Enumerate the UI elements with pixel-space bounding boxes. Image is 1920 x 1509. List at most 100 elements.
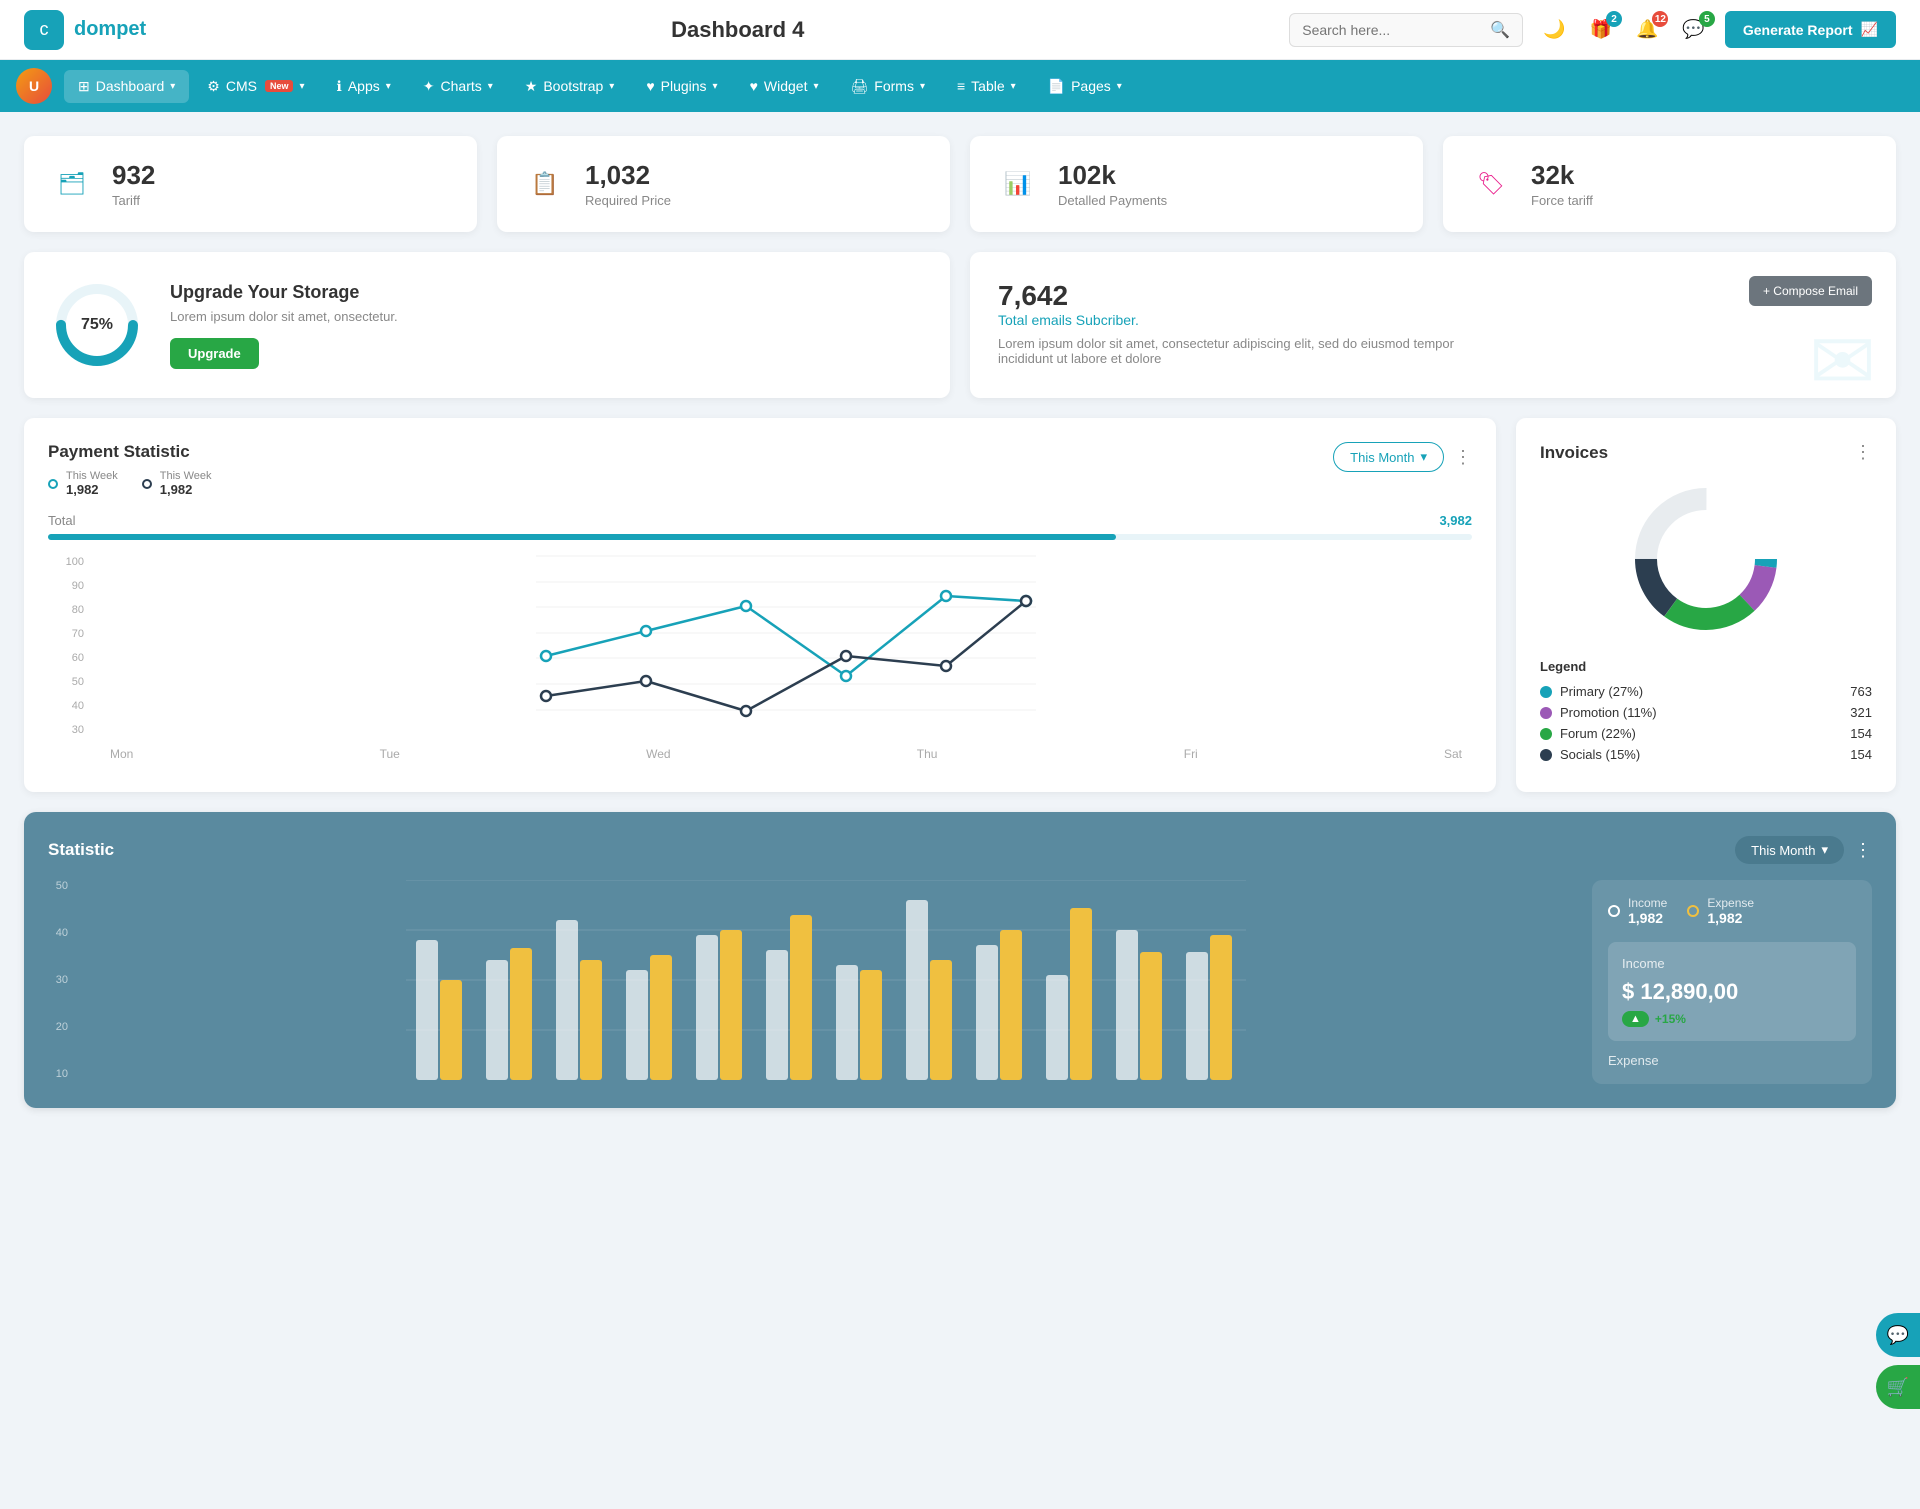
charts-row: Payment Statistic This Week 1,982 [24, 418, 1896, 792]
email-card: + Compose Email 7,642 Total emails Subcr… [970, 252, 1896, 398]
required-price-number: 1,032 [585, 160, 671, 191]
invoices-card: Invoices ⋮ Legend [1516, 418, 1896, 792]
invoices-title: Invoices [1540, 443, 1608, 463]
search-icon: 🔍 [1490, 20, 1510, 40]
dashboard-icon: ⊞ [78, 78, 90, 95]
payment-kebab-button[interactable]: ⋮ [1454, 447, 1472, 468]
avatar: U [16, 68, 52, 104]
statistic-title: Statistic [48, 840, 114, 860]
statistic-section: Statistic This Month ▾ ⋮ 50 40 30 20 [24, 812, 1896, 1108]
invoices-header: Invoices ⋮ [1540, 442, 1872, 463]
chat-badge: 5 [1699, 11, 1715, 27]
nav-item-pages[interactable]: 📄 Pages ▾ [1034, 70, 1136, 103]
promotion-label: Promotion (11%) [1560, 705, 1657, 720]
income-growth: ▲ +15% [1622, 1011, 1842, 1027]
line-chart-svg [100, 556, 1472, 736]
chart-icon: 📈 [1861, 21, 1878, 38]
invoices-kebab-button[interactable]: ⋮ [1854, 442, 1872, 463]
progress-bar-fill [48, 534, 1116, 540]
float-cart-button[interactable]: 🛒 [1876, 1365, 1920, 1409]
nav-item-charts[interactable]: ✦ Charts ▾ [409, 70, 507, 103]
forum-color [1540, 728, 1552, 740]
nav-item-plugins[interactable]: ♥ Plugins ▾ [632, 70, 731, 102]
forum-value: 154 [1850, 726, 1872, 741]
bootstrap-icon: ★ [525, 78, 538, 95]
income-value: 1,982 [1628, 910, 1667, 926]
legend-title: Legend [1540, 659, 1872, 674]
legend-1: This Week 1,982 [48, 470, 118, 497]
storage-description: Lorem ipsum dolor sit amet, onsectetur. [170, 309, 398, 324]
nav-item-dashboard[interactable]: ⊞ Dashboard ▾ [64, 70, 189, 103]
primary-value: 763 [1850, 684, 1872, 699]
income-label: Income [1628, 896, 1667, 910]
nav-item-widget[interactable]: ♥ Widget ▾ [736, 70, 833, 102]
stat-card-required-price: 📋 1,032 Required Price [497, 136, 950, 232]
forms-arrow: ▾ [920, 81, 925, 92]
logo-area: c dompet [24, 10, 146, 50]
bell-badge: 12 [1652, 11, 1668, 27]
total-label: Total [48, 513, 75, 528]
plugins-arrow: ▾ [713, 81, 718, 92]
statistic-header: Statistic This Month ▾ ⋮ [48, 836, 1872, 864]
nav-item-bootstrap[interactable]: ★ Bootstrap ▾ [511, 70, 629, 103]
bar-y-axis: 50 40 30 20 10 [48, 880, 72, 1080]
storage-title: Upgrade Your Storage [170, 282, 398, 303]
storage-percent-label: 75% [81, 316, 113, 334]
search-box[interactable]: 🔍 [1289, 13, 1523, 47]
cms-new-badge: New [265, 80, 294, 92]
y-axis: 100 90 80 70 60 50 40 30 [48, 556, 88, 736]
income-box: Income $ 12,890,00 ▲ +15% [1608, 942, 1856, 1041]
email-subtitle: Total emails Subcriber. [998, 312, 1868, 328]
moon-toggle[interactable]: 🌙 [1539, 15, 1569, 44]
nav-item-cms[interactable]: ⚙ CMS New ▾ [193, 70, 318, 103]
primary-label: Primary (27%) [1560, 684, 1643, 699]
nav-item-apps[interactable]: ℹ Apps ▾ [323, 70, 405, 103]
pages-icon: 📄 [1048, 78, 1065, 95]
bar-chart-svg [80, 880, 1572, 1080]
pages-arrow: ▾ [1117, 81, 1122, 92]
generate-report-button[interactable]: Generate Report 📈 [1725, 11, 1896, 48]
this-month-filter-button[interactable]: This Month ▾ [1333, 442, 1444, 472]
page-title: Dashboard 4 [671, 17, 804, 43]
apps-icon: ℹ [337, 78, 342, 95]
upgrade-button[interactable]: Upgrade [170, 338, 259, 369]
primary-color [1540, 686, 1552, 698]
nav-item-forms[interactable]: 🖨 Forms ▾ [837, 70, 939, 103]
float-support-button[interactable]: 💬 [1876, 1313, 1920, 1357]
statistic-filter-button[interactable]: This Month ▾ [1735, 836, 1844, 864]
payment-header: Payment Statistic This Week 1,982 [48, 442, 1472, 497]
email-description: Lorem ipsum dolor sit amet, consectetur … [998, 336, 1498, 366]
nav-item-table[interactable]: ≡ Table ▾ [943, 70, 1030, 102]
socials-color [1540, 749, 1552, 761]
chat-button[interactable]: 💬 5 [1678, 15, 1708, 44]
invoices-donut-container [1540, 479, 1872, 639]
bell-button[interactable]: 🔔 12 [1632, 15, 1662, 44]
stat-card-detailed-payments: 📊 102k Detalled Payments [970, 136, 1423, 232]
expense-value: 1,982 [1707, 910, 1754, 926]
force-tariff-label: Force tariff [1531, 193, 1593, 208]
search-input[interactable] [1302, 22, 1482, 38]
statistic-sidebar: Income 1,982 Expense 1,982 Income $ [1592, 880, 1872, 1084]
top-header: c dompet Dashboard 4 🔍 🌙 🎁 2 🔔 12 💬 5 Ge… [0, 0, 1920, 60]
compose-email-button[interactable]: + Compose Email [1749, 276, 1872, 306]
income-dot [1608, 905, 1620, 917]
legend-dot-1 [48, 479, 58, 489]
logo-icon: c [24, 10, 64, 50]
filter-arrow: ▾ [1420, 449, 1427, 465]
tariff-label: Tariff [112, 193, 155, 208]
statistic-bottom: 50 40 30 20 10 [48, 880, 1872, 1084]
dashboard-arrow: ▾ [170, 81, 175, 92]
floating-buttons: 💬 🛒 [1876, 1313, 1920, 1409]
charts-arrow: ▾ [488, 81, 493, 92]
payment-title: Payment Statistic [48, 442, 212, 462]
apps-arrow: ▾ [386, 81, 391, 92]
income-expense-row: Income 1,982 Expense 1,982 [1608, 896, 1856, 926]
legend-promotion: Promotion (11%) 321 [1540, 705, 1872, 720]
legend-primary: Primary (27%) 763 [1540, 684, 1872, 699]
total-row: Total 3,982 [48, 513, 1472, 528]
gift-button[interactable]: 🎁 2 [1586, 15, 1616, 44]
growth-badge: ▲ [1622, 1011, 1649, 1027]
income-amount: $ 12,890,00 [1622, 979, 1842, 1005]
statistic-kebab-button[interactable]: ⋮ [1854, 840, 1872, 861]
forms-icon: 🖨 [851, 78, 869, 95]
